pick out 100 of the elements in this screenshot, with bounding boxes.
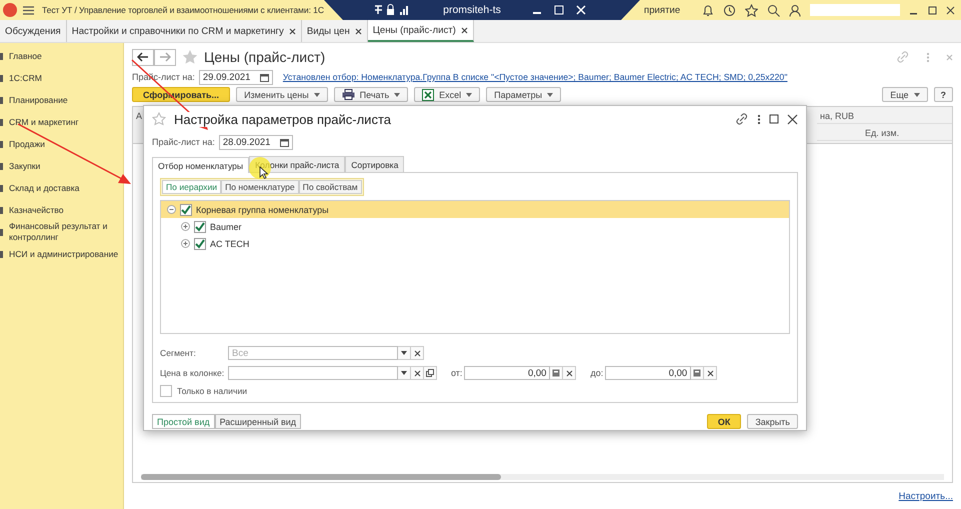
star-icon[interactable] [152,112,166,126]
section-icon [0,184,3,192]
window-title: Тест УТ / Управление торговлей и взаимоотношениями с клиентами: 1С [42,5,324,15]
calculator-button[interactable] [550,366,564,380]
sidebar-item[interactable]: CRM и маркетинг [9,116,79,128]
back-button[interactable] [132,48,154,66]
price-column-field[interactable] [228,366,398,380]
history-icon[interactable] [723,4,736,16]
field-label: Цена в колонке: [160,368,226,378]
clear-button[interactable] [704,366,718,380]
calculator-button[interactable] [691,366,704,380]
dropdown-button[interactable]: Изменить цены [236,87,328,102]
sidebar-item[interactable]: Главное [9,50,42,62]
tab[interactable]: Сортировка [345,156,404,172]
expand-icon[interactable] [181,239,190,248]
sidebar-item[interactable]: 1С:CRM [9,72,42,84]
view-mode-button[interactable]: Простой вид [152,414,215,429]
section-icon [0,250,3,258]
date-field[interactable]: 29.09.2021 [198,70,273,84]
tree-row[interactable]: AC TECH [161,235,789,252]
field-label: до: [590,368,604,378]
price-from-field[interactable]: 0,00 [464,366,550,380]
open-button[interactable] [424,366,437,380]
dropdown-button[interactable]: Параметры [486,87,562,102]
caret-icon [466,92,472,96]
field-label: Сегмент: [160,348,197,358]
checkbox[interactable] [194,220,206,232]
user-icon[interactable] [789,4,801,16]
view-tab[interactable]: По номенклатуре [221,180,299,194]
clear-button[interactable] [563,366,576,380]
sidebar-item[interactable]: Планирование [9,94,68,106]
open-tab[interactable]: Обсуждения [0,20,67,42]
search-icon[interactable] [767,4,780,16]
tab-label: Настройки и справочники по CRM и маркетингу [72,26,284,36]
checkbox[interactable] [180,204,192,216]
view-tab[interactable]: По свойствам [298,180,362,194]
scrollbar[interactable] [141,474,944,480]
tree-item-label: Baumer [210,222,242,232]
checkbox[interactable] [194,238,206,250]
link-icon[interactable] [735,112,749,126]
ok-button[interactable]: ОК [706,414,742,429]
column-header: А [135,110,144,123]
close-icon[interactable] [787,114,798,124]
sidebar-item[interactable]: Финансовый результат и контроллинг [9,221,121,243]
close-icon [566,370,573,377]
close-button[interactable]: Закрыть [747,414,798,429]
sidebar-item[interactable]: НСИ и администрирование [9,248,118,260]
calendar-icon[interactable] [260,72,269,82]
help-button[interactable]: ? [934,87,953,102]
date-field[interactable]: 28.09.2021 [218,134,293,150]
calendar-icon[interactable] [280,138,289,146]
dropdown-button[interactable] [398,346,411,360]
price-to-field[interactable]: 0,00 [605,366,692,380]
window-controls-icon[interactable] [909,4,955,16]
field-label: Прайс-лист на: [152,137,215,147]
checkbox-label: Только в наличии [177,386,248,396]
tab[interactable]: Отбор номенклатуры [152,157,250,173]
dropdown-button[interactable] [398,366,411,380]
caret-icon [401,371,407,376]
menu-icon[interactable] [23,6,34,14]
tree-row[interactable]: Корневая группа номенклатуры [161,201,789,218]
close-icon[interactable] [354,28,362,34]
tab-label: Обсуждения [5,26,61,36]
star-icon[interactable] [745,4,758,16]
settings-link[interactable]: Настроить... [898,490,953,502]
section-icon [0,96,3,104]
calculator-icon [552,369,560,378]
filter-link[interactable]: Установлен отбор: Номенклатура.Группа В списке "<Пустое значение>; Baumer; Baumer Electric; AC TECH; SMD; 0,25х220" [282,72,788,82]
close-icon[interactable] [288,28,296,34]
more-button[interactable]: Еще [882,87,928,102]
close-icon [414,350,420,357]
open-tab[interactable]: Настройки и справочники по CRM и маркетингу [66,20,302,42]
maximize-icon[interactable] [769,114,779,124]
app-logo-icon [3,3,17,17]
open-tab[interactable]: Цены (прайс-лист) [368,20,474,42]
collapse-icon[interactable] [167,205,176,214]
print-button[interactable]: Печать [334,87,408,102]
view-tab[interactable]: По иерархии [162,180,222,194]
bell-icon[interactable] [702,4,714,16]
section-icon [0,52,3,60]
excel-button[interactable]: Excel [414,87,480,102]
clear-button[interactable] [411,366,424,380]
caret-icon [401,351,407,356]
expand-icon[interactable] [181,222,190,231]
sidebar-item[interactable]: Склад и доставка [9,182,80,194]
close-icon [414,370,420,377]
more-icon[interactable] [757,114,761,124]
checkbox[interactable] [160,384,172,397]
tab-label: Виды цен [306,26,350,36]
sidebar-item[interactable]: Казначейство [9,204,64,216]
caret-icon [314,92,320,96]
star-icon[interactable] [182,49,198,65]
sidebar-item[interactable]: Закупки [9,160,40,172]
sidebar-item[interactable]: Продажи [9,138,45,150]
clear-button[interactable] [411,346,424,360]
printer-icon [342,89,355,100]
close-icon[interactable] [460,26,468,34]
tree-row[interactable]: Baumer [161,218,789,235]
section-icon [0,162,3,170]
view-mode-button[interactable]: Расширенный вид [214,414,302,429]
